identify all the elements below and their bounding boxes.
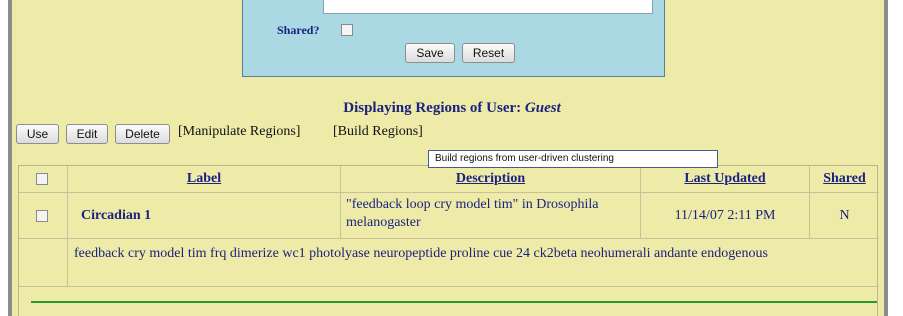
page-panel: Shared? Save Reset Displaying Regions of… xyxy=(8,0,888,316)
keywords-textarea[interactable] xyxy=(323,0,653,14)
delete-button[interactable]: Delete xyxy=(115,124,170,144)
row-keywords: feedback cry model tim frq dimerize wc1 … xyxy=(74,246,768,261)
separator-rule xyxy=(31,301,877,303)
edit-button[interactable]: Edit xyxy=(66,124,108,144)
row-select-checkbox[interactable] xyxy=(36,210,48,222)
last-updated-column-header[interactable]: Last Updated xyxy=(641,171,809,187)
heading-prefix: Displaying Regions of User: xyxy=(343,100,522,116)
row-description: "feedback loop cry model tim" in Drosoph… xyxy=(346,197,599,230)
row-label[interactable]: Circadian 1 xyxy=(81,208,151,224)
row-last-updated: 11/14/07 2:11 PM xyxy=(674,208,776,223)
row-shared: N xyxy=(839,208,850,223)
description-column-header[interactable]: Description xyxy=(341,171,640,187)
shared-checkbox[interactable] xyxy=(341,24,353,36)
build-regions-tooltip: Build regions from user-driven clusterin… xyxy=(428,150,718,168)
shared-column-header[interactable]: Shared xyxy=(810,171,879,187)
use-button[interactable]: Use xyxy=(16,124,59,144)
reset-button[interactable]: Reset xyxy=(462,43,515,63)
region-form: Shared? Save Reset xyxy=(242,0,665,77)
build-regions-link[interactable]: [Build Regions] xyxy=(333,124,423,140)
label-column-header[interactable]: Label xyxy=(68,171,340,187)
heading-user: Guest xyxy=(524,100,561,116)
manipulate-regions-link[interactable]: [Manipulate Regions] xyxy=(178,124,300,140)
page-heading: Displaying Regions of User: Guest xyxy=(12,100,892,117)
regions-table: Label Description Last Updated Shared Ci… xyxy=(18,165,879,316)
save-button[interactable]: Save xyxy=(405,43,455,63)
select-all-checkbox[interactable] xyxy=(36,173,48,185)
shared-label: Shared? xyxy=(277,23,320,37)
